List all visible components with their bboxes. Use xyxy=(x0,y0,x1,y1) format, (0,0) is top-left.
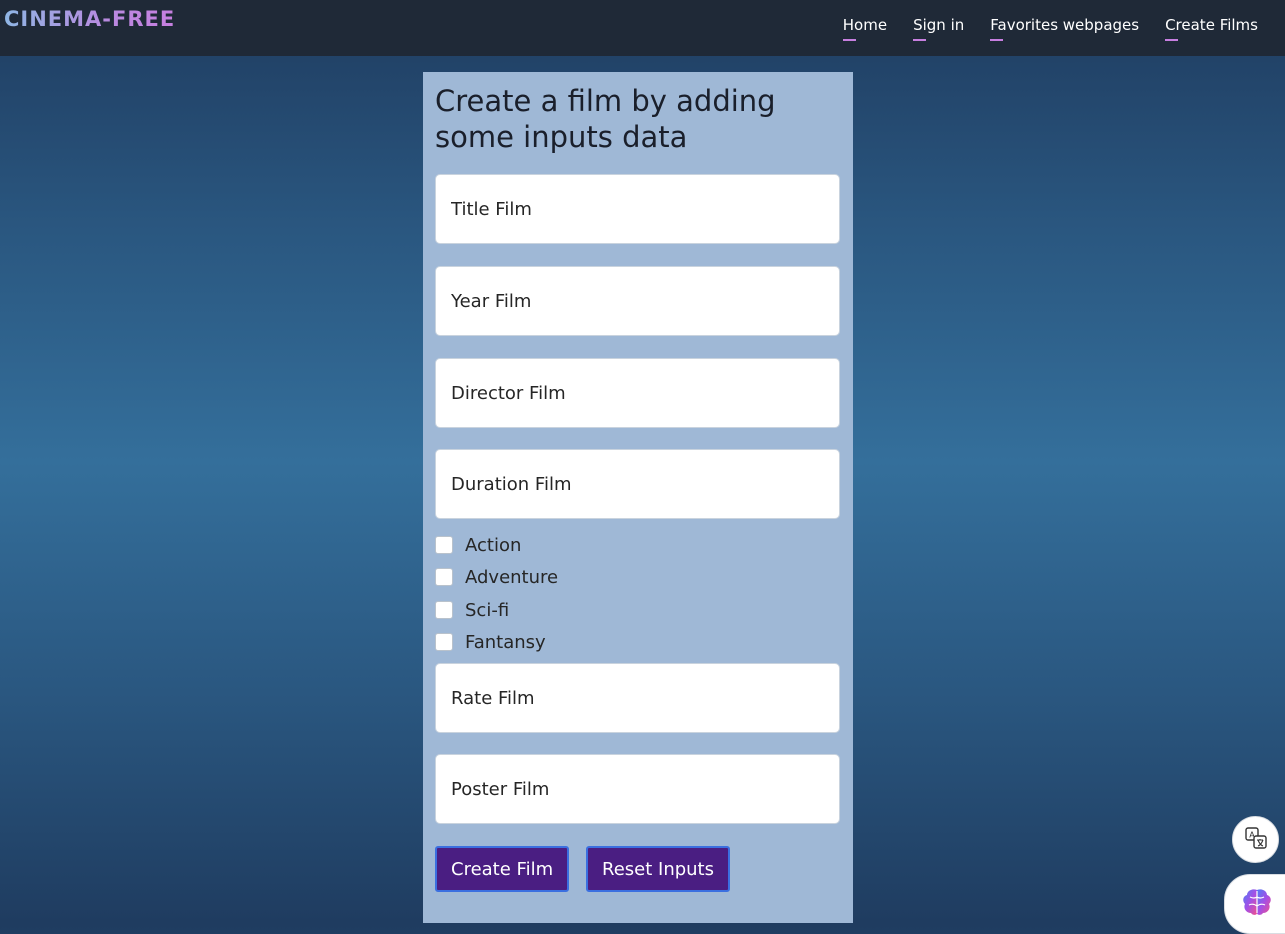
genre-fantasy-label: Fantansy xyxy=(465,631,546,653)
title-film-input[interactable] xyxy=(435,174,840,244)
director-film-input[interactable] xyxy=(435,358,840,428)
translate-icon: A xyxy=(1244,826,1268,854)
duration-film-input[interactable] xyxy=(435,449,840,519)
nav-link-create-films[interactable]: Create Films xyxy=(1165,16,1258,41)
navbar: CINEMA-FREE Home Sign in Favorites webpa… xyxy=(0,0,1285,56)
genre-action-checkbox[interactable] xyxy=(435,536,453,554)
form-title: Create a film by adding some inputs data xyxy=(435,84,776,154)
genre-scifi-row: Sci-fi xyxy=(435,598,509,622)
nav-link-home[interactable]: Home xyxy=(842,16,887,41)
nav-link-sign-in[interactable]: Sign in xyxy=(913,16,964,41)
create-film-button[interactable]: Create Film xyxy=(435,846,570,892)
genre-fantasy-row: Fantansy xyxy=(435,630,546,654)
brand-logo[interactable]: CINEMA-FREE xyxy=(4,7,175,31)
create-film-form: Create a film by adding some inputs data… xyxy=(423,72,853,923)
rate-film-input[interactable] xyxy=(435,663,840,733)
genre-action-row: Action xyxy=(435,533,521,557)
genre-scifi-label: Sci-fi xyxy=(465,599,510,621)
genre-adventure-label: Adventure xyxy=(465,566,559,588)
year-film-input[interactable] xyxy=(435,266,840,336)
translate-button[interactable]: A xyxy=(1232,816,1279,863)
genre-fantasy-checkbox[interactable] xyxy=(435,633,453,651)
brain-icon xyxy=(1241,887,1273,921)
nav-links: Home Sign in Favorites webpages Create F… xyxy=(842,16,1258,41)
genre-adventure-checkbox[interactable] xyxy=(435,568,453,586)
reset-inputs-button[interactable]: Reset Inputs xyxy=(586,846,730,892)
genre-action-label: Action xyxy=(465,534,522,556)
nav-link-favorites[interactable]: Favorites webpages xyxy=(990,16,1139,41)
genre-scifi-checkbox[interactable] xyxy=(435,601,453,619)
genre-adventure-row: Adventure xyxy=(435,565,558,589)
poster-film-input[interactable] xyxy=(435,754,840,824)
assistant-button[interactable] xyxy=(1224,874,1285,934)
